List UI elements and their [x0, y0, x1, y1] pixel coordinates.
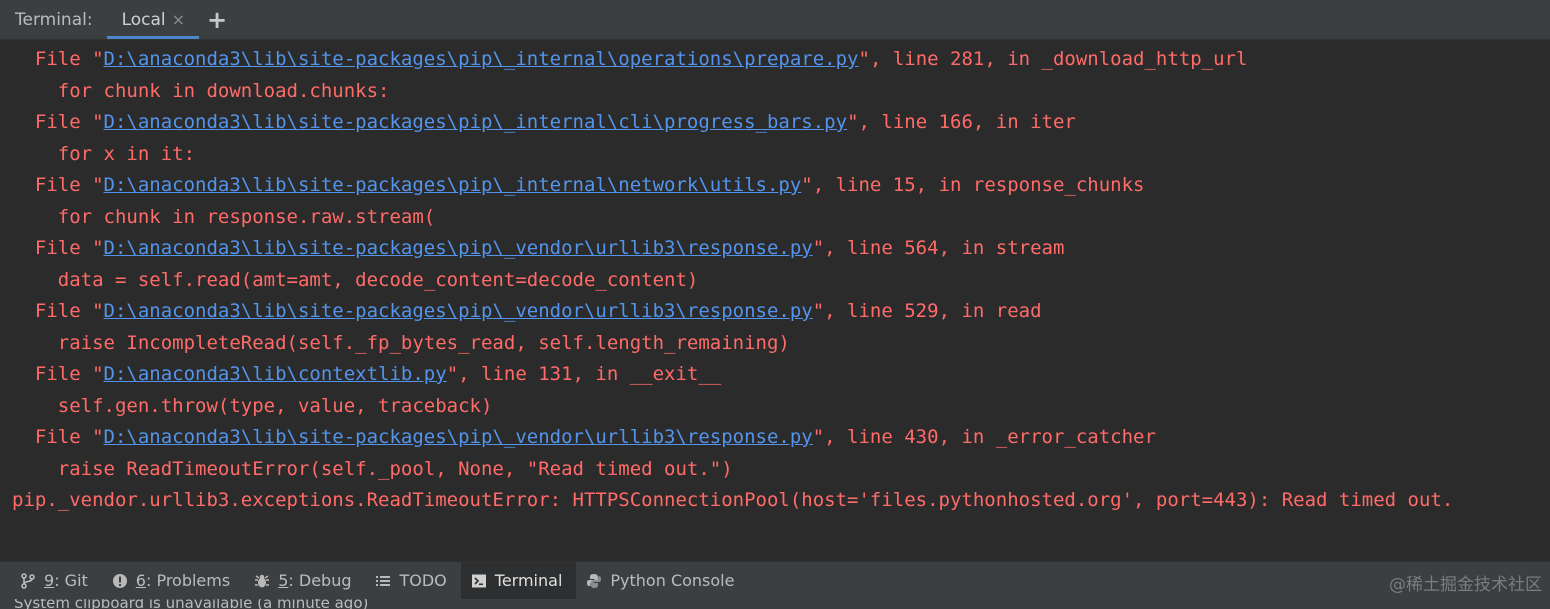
python-console-label: Python Console — [610, 571, 735, 590]
file-link[interactable]: D:\anaconda3\lib\contextlib.py — [104, 363, 447, 385]
status-message: System clipboard is unavailable (a minut… — [14, 599, 369, 609]
problems-icon — [112, 573, 128, 589]
traceback-line: File "D:\anaconda3\lib\site-packages\pip… — [12, 426, 1156, 448]
traceback-code-line: self.gen.throw(type, value, traceback) — [12, 394, 493, 417]
debug-mnemonic: 5 — [278, 571, 289, 590]
tab-local[interactable]: Local × — [106, 0, 200, 39]
status-bar: System clipboard is unavailable (a minut… — [0, 599, 1550, 609]
traceback-line: File "D:\anaconda3\lib\site-packages\pip… — [12, 174, 1145, 196]
tool-window-bar: 9: Git 6: Problems 5: Debug TODO Termina… — [0, 561, 1550, 599]
file-link[interactable]: D:\anaconda3\lib\site-packages\pip\_inte… — [104, 174, 802, 196]
traceback-code-line: data = self.read(amt=amt, decode_content… — [12, 268, 699, 291]
close-icon[interactable]: × — [172, 10, 185, 29]
tool-window-python-console[interactable]: Python Console — [576, 562, 748, 599]
problems-label: : Problems — [145, 571, 231, 590]
file-link[interactable]: D:\anaconda3\lib\site-packages\pip\_inte… — [104, 111, 848, 133]
terminal-tab-bar: Terminal: Local × + — [0, 0, 1550, 40]
traceback-code-line: for x in it: — [12, 142, 196, 165]
python-icon — [586, 573, 602, 589]
tab-local-label: Local — [121, 9, 166, 30]
error-message-line: pip._vendor.urllib3.exceptions.ReadTimeo… — [12, 489, 1454, 511]
traceback-code-line: raise IncompleteRead(self._fp_bytes_read… — [12, 331, 790, 354]
terminal-title: Terminal: — [15, 9, 93, 30]
list-icon — [375, 573, 391, 589]
traceback-code-line: for chunk in response.raw.stream( — [12, 205, 436, 228]
tool-window-debug[interactable]: 5: Debug — [244, 562, 365, 599]
traceback-line: File "D:\anaconda3\lib\site-packages\pip… — [12, 300, 1042, 322]
plus-icon: + — [206, 5, 228, 34]
git-mnemonic: 9 — [44, 571, 55, 590]
terminal-output[interactable]: File "D:\anaconda3\lib\site-packages\pip… — [0, 40, 1550, 561]
terminal-label: Terminal — [494, 571, 563, 590]
traceback-code-line: raise ReadTimeoutError(self._pool, None,… — [12, 457, 733, 480]
todo-label: TODO — [399, 571, 447, 590]
new-session-button[interactable]: + — [199, 0, 235, 39]
traceback-line: File "D:\anaconda3\lib\site-packages\pip… — [12, 111, 1076, 133]
traceback-line: File "D:\anaconda3\lib\contextlib.py", l… — [12, 363, 722, 385]
file-link[interactable]: D:\anaconda3\lib\site-packages\pip\_vend… — [104, 426, 813, 448]
git-label: : Git — [54, 571, 88, 590]
tool-window-terminal[interactable]: Terminal — [460, 562, 577, 599]
file-link[interactable]: D:\anaconda3\lib\site-packages\pip\_inte… — [104, 48, 859, 70]
tool-window-todo[interactable]: TODO — [365, 562, 460, 599]
file-link[interactable]: D:\anaconda3\lib\site-packages\pip\_vend… — [104, 237, 813, 259]
file-link[interactable]: D:\anaconda3\lib\site-packages\pip\_vend… — [104, 300, 813, 322]
traceback-line: File "D:\anaconda3\lib\site-packages\pip… — [12, 48, 1248, 70]
watermark: @稀土掘金技术社区 — [1389, 575, 1542, 595]
tool-window-git[interactable]: 9: Git — [10, 562, 102, 599]
git-branch-icon — [20, 572, 36, 589]
terminal-icon — [471, 573, 487, 589]
bug-icon — [254, 573, 270, 589]
traceback-code-line: for chunk in download.chunks: — [12, 79, 390, 102]
problems-mnemonic: 6 — [135, 571, 146, 590]
debug-label: : Debug — [288, 571, 352, 590]
tool-window-problems[interactable]: 6: Problems — [102, 562, 244, 599]
traceback-line: File "D:\anaconda3\lib\site-packages\pip… — [12, 237, 1065, 259]
